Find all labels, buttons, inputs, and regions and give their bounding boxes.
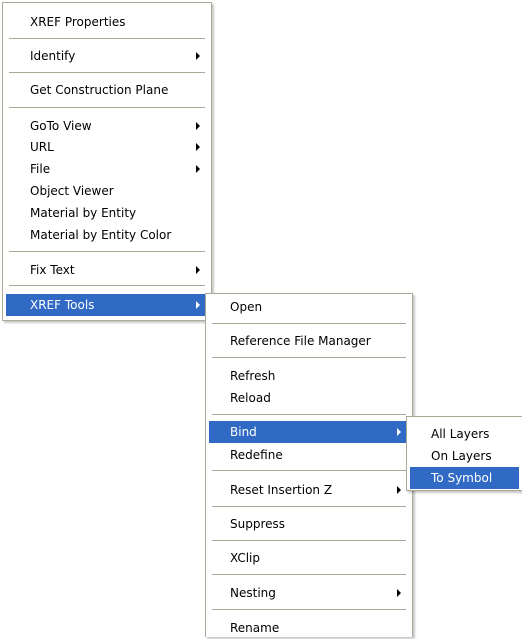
menu-item-label: XREF Tools xyxy=(30,298,95,312)
menu-item-url[interactable]: URL xyxy=(6,136,208,158)
menu-item-label: GoTo View xyxy=(30,119,92,133)
menu-item-file[interactable]: File xyxy=(6,158,208,180)
menu-separator xyxy=(212,609,406,610)
menu-item-suppress[interactable]: Suppress xyxy=(209,513,409,535)
menu-item-reference-file-manager[interactable]: Reference File Manager xyxy=(209,330,409,352)
menu-item-label: Bind xyxy=(230,425,257,439)
xref-tools-submenu: Open Reference File Manager Refresh Relo… xyxy=(205,293,413,637)
menu-item-label: Object Viewer xyxy=(30,184,114,198)
menu-item-rename[interactable]: Rename xyxy=(209,617,409,639)
submenu-arrow-icon xyxy=(397,428,401,436)
menu-item-label: Open xyxy=(230,300,263,314)
menu-item-identify[interactable]: Identify xyxy=(6,45,208,67)
menu-item-fix-text[interactable]: Fix Text xyxy=(6,259,208,281)
submenu-arrow-icon xyxy=(196,165,200,173)
menu-item-label: Material by Entity xyxy=(30,206,137,220)
menu-item-label: XREF Properties xyxy=(30,15,126,29)
menu-item-open[interactable]: Open xyxy=(209,296,409,318)
menu-item-refresh[interactable]: Refresh xyxy=(209,365,409,387)
menu-item-goto-view[interactable]: GoTo View xyxy=(6,115,208,137)
menu-item-label: Rename xyxy=(230,621,280,635)
menu-separator xyxy=(212,323,406,324)
menu-separator xyxy=(212,357,406,358)
menu-separator xyxy=(9,72,205,73)
menu-item-reload[interactable]: Reload xyxy=(209,387,409,409)
menu-separator xyxy=(9,285,205,286)
menu-item-reset-insertion-z[interactable]: Reset Insertion Z xyxy=(209,479,409,501)
menu-item-nesting[interactable]: Nesting xyxy=(209,582,409,604)
menu-separator xyxy=(9,107,205,108)
menu-item-label: To Symbol xyxy=(431,471,493,485)
menu-item-redefine[interactable]: Redefine xyxy=(209,444,409,466)
menu-item-label: Nesting xyxy=(230,586,276,600)
submenu-arrow-icon xyxy=(196,122,200,130)
submenu-arrow-icon xyxy=(196,143,200,151)
menu-item-material-by-entity[interactable]: Material by Entity xyxy=(6,202,208,224)
menu-item-label: All Layers xyxy=(431,427,490,441)
menu-item-label: Reset Insertion Z xyxy=(230,483,333,497)
submenu-arrow-icon xyxy=(196,301,200,309)
bind-submenu: All Layers On Layers To Symbol xyxy=(406,416,522,491)
menu-separator xyxy=(212,414,406,415)
menu-item-label: URL xyxy=(30,140,54,154)
menu-item-bind[interactable]: Bind xyxy=(209,421,409,443)
menu-item-label: Identify xyxy=(30,49,76,63)
menu-item-to-symbol[interactable]: To Symbol xyxy=(410,467,519,489)
menu-item-label: Reference File Manager xyxy=(230,334,371,348)
menu-separator xyxy=(9,251,205,252)
submenu-arrow-icon xyxy=(196,52,200,60)
menu-item-label: File xyxy=(30,162,51,176)
menu-separator xyxy=(212,470,406,471)
menu-item-label: Material by Entity Color xyxy=(30,228,172,242)
menu-separator xyxy=(212,506,406,507)
submenu-arrow-icon xyxy=(397,486,401,494)
menu-item-xref-properties[interactable]: XREF Properties xyxy=(6,11,208,33)
submenu-arrow-icon xyxy=(196,266,200,274)
menu-item-label: Suppress xyxy=(230,517,286,531)
menu-separator xyxy=(212,574,406,575)
context-menu: XREF Properties Identify Get Constructio… xyxy=(2,2,212,321)
menu-item-label: Refresh xyxy=(230,369,276,383)
menu-item-label: Fix Text xyxy=(30,263,75,277)
menu-item-label: Reload xyxy=(230,391,271,405)
menu-separator xyxy=(9,38,205,39)
menu-item-label: Get Construction Plane xyxy=(30,83,169,97)
menu-item-material-by-entity-color[interactable]: Material by Entity Color xyxy=(6,224,208,246)
menu-item-label: XClip xyxy=(230,551,261,565)
menu-item-on-layers[interactable]: On Layers xyxy=(410,445,519,467)
submenu-arrow-icon xyxy=(397,589,401,597)
menu-item-get-construction-plane[interactable]: Get Construction Plane xyxy=(6,79,208,101)
menu-item-xref-tools[interactable]: XREF Tools xyxy=(6,294,208,316)
menu-item-label: Redefine xyxy=(230,448,283,462)
menu-item-object-viewer[interactable]: Object Viewer xyxy=(6,180,208,202)
menu-separator xyxy=(212,540,406,541)
menu-item-label: On Layers xyxy=(431,449,492,463)
menu-item-xclip[interactable]: XClip xyxy=(209,547,409,569)
menu-item-all-layers[interactable]: All Layers xyxy=(410,423,519,445)
